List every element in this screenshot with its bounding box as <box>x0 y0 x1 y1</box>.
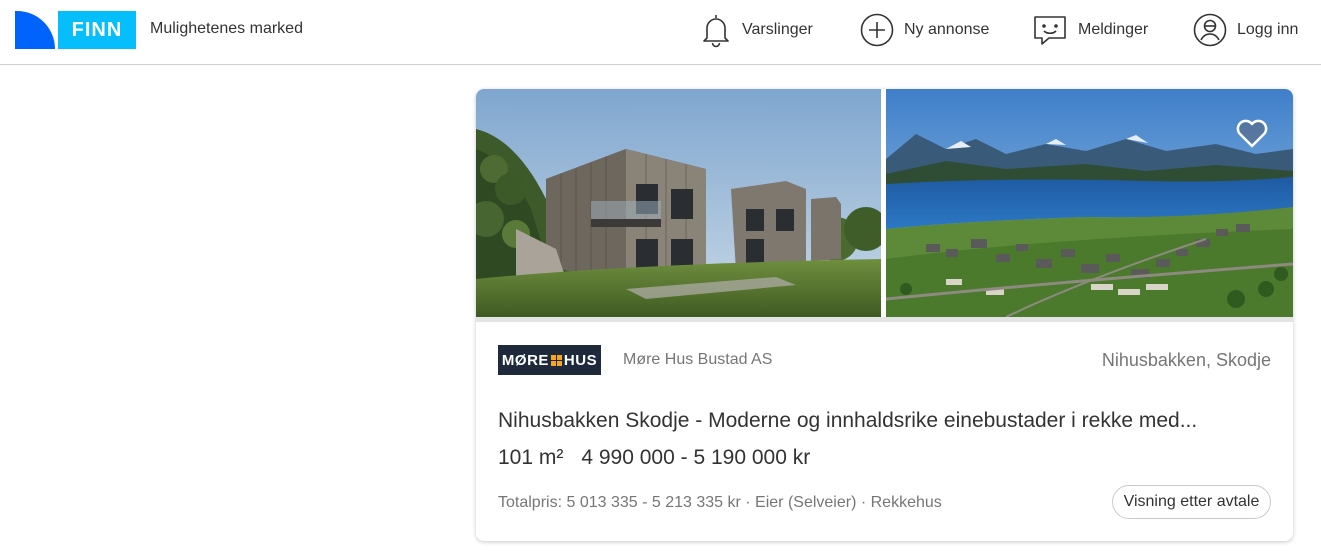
listing-card[interactable]: MØRE HUS Møre Hus Bustad AS Nihusbakken,… <box>476 89 1293 541</box>
house-render-image[interactable] <box>476 89 881 317</box>
listing-location: Nihusbakken, Skodje <box>1101 350 1271 370</box>
finn-logo[interactable]: FINN <box>15 11 136 49</box>
listing-details: Totalpris: 5 013 335 - 5 213 335 kr · Ei… <box>498 494 942 511</box>
listing-price: 4 990 000 - 5 190 000 kr <box>581 446 811 469</box>
plus-circle-icon <box>860 13 894 47</box>
nav-label: Varslinger <box>742 21 813 38</box>
tagline: Mulighetenes marked <box>150 20 303 37</box>
listing-area: 101 m² <box>498 446 564 469</box>
chat-icon <box>1032 12 1068 48</box>
brand-logo-right: HUS <box>563 351 598 369</box>
finn-logo-text: FINN <box>55 11 136 49</box>
nav-label: Ny annonse <box>904 21 990 38</box>
image-bottom-bar <box>476 317 1293 322</box>
nav-ny-annonse[interactable]: Ny annonse <box>860 12 989 48</box>
company-name: Møre Hus Bustad AS <box>623 351 773 368</box>
finn-logo-shape <box>15 11 55 49</box>
favorite-heart-icon[interactable] <box>1234 115 1270 151</box>
viewing-button[interactable]: Visning etter avtale <box>1112 485 1271 519</box>
brand-logo-left: MØRE <box>501 351 549 369</box>
nav-logg-inn[interactable]: Logg inn <box>1193 12 1298 48</box>
nav-label: Logg inn <box>1237 21 1299 38</box>
aerial-fjord-image[interactable] <box>886 89 1293 317</box>
top-header: FINN Mulighetenes marked Varslinger Ny a… <box>0 0 1321 65</box>
brand-logo-squares <box>550 354 562 366</box>
nav-label: Meldinger <box>1078 21 1149 38</box>
listing-title[interactable]: Nihusbakken Skodje - Moderne og innhalds… <box>498 409 1197 433</box>
listing-facts: 101 m² 4 990 000 - 5 190 000 kr <box>498 446 810 470</box>
nav-varslinger[interactable]: Varslinger <box>700 12 813 48</box>
more-hus-logo: MØRE HUS <box>498 345 601 375</box>
bell-icon <box>700 12 732 48</box>
nav-meldinger[interactable]: Meldinger <box>1032 12 1148 48</box>
user-icon <box>1193 13 1227 47</box>
